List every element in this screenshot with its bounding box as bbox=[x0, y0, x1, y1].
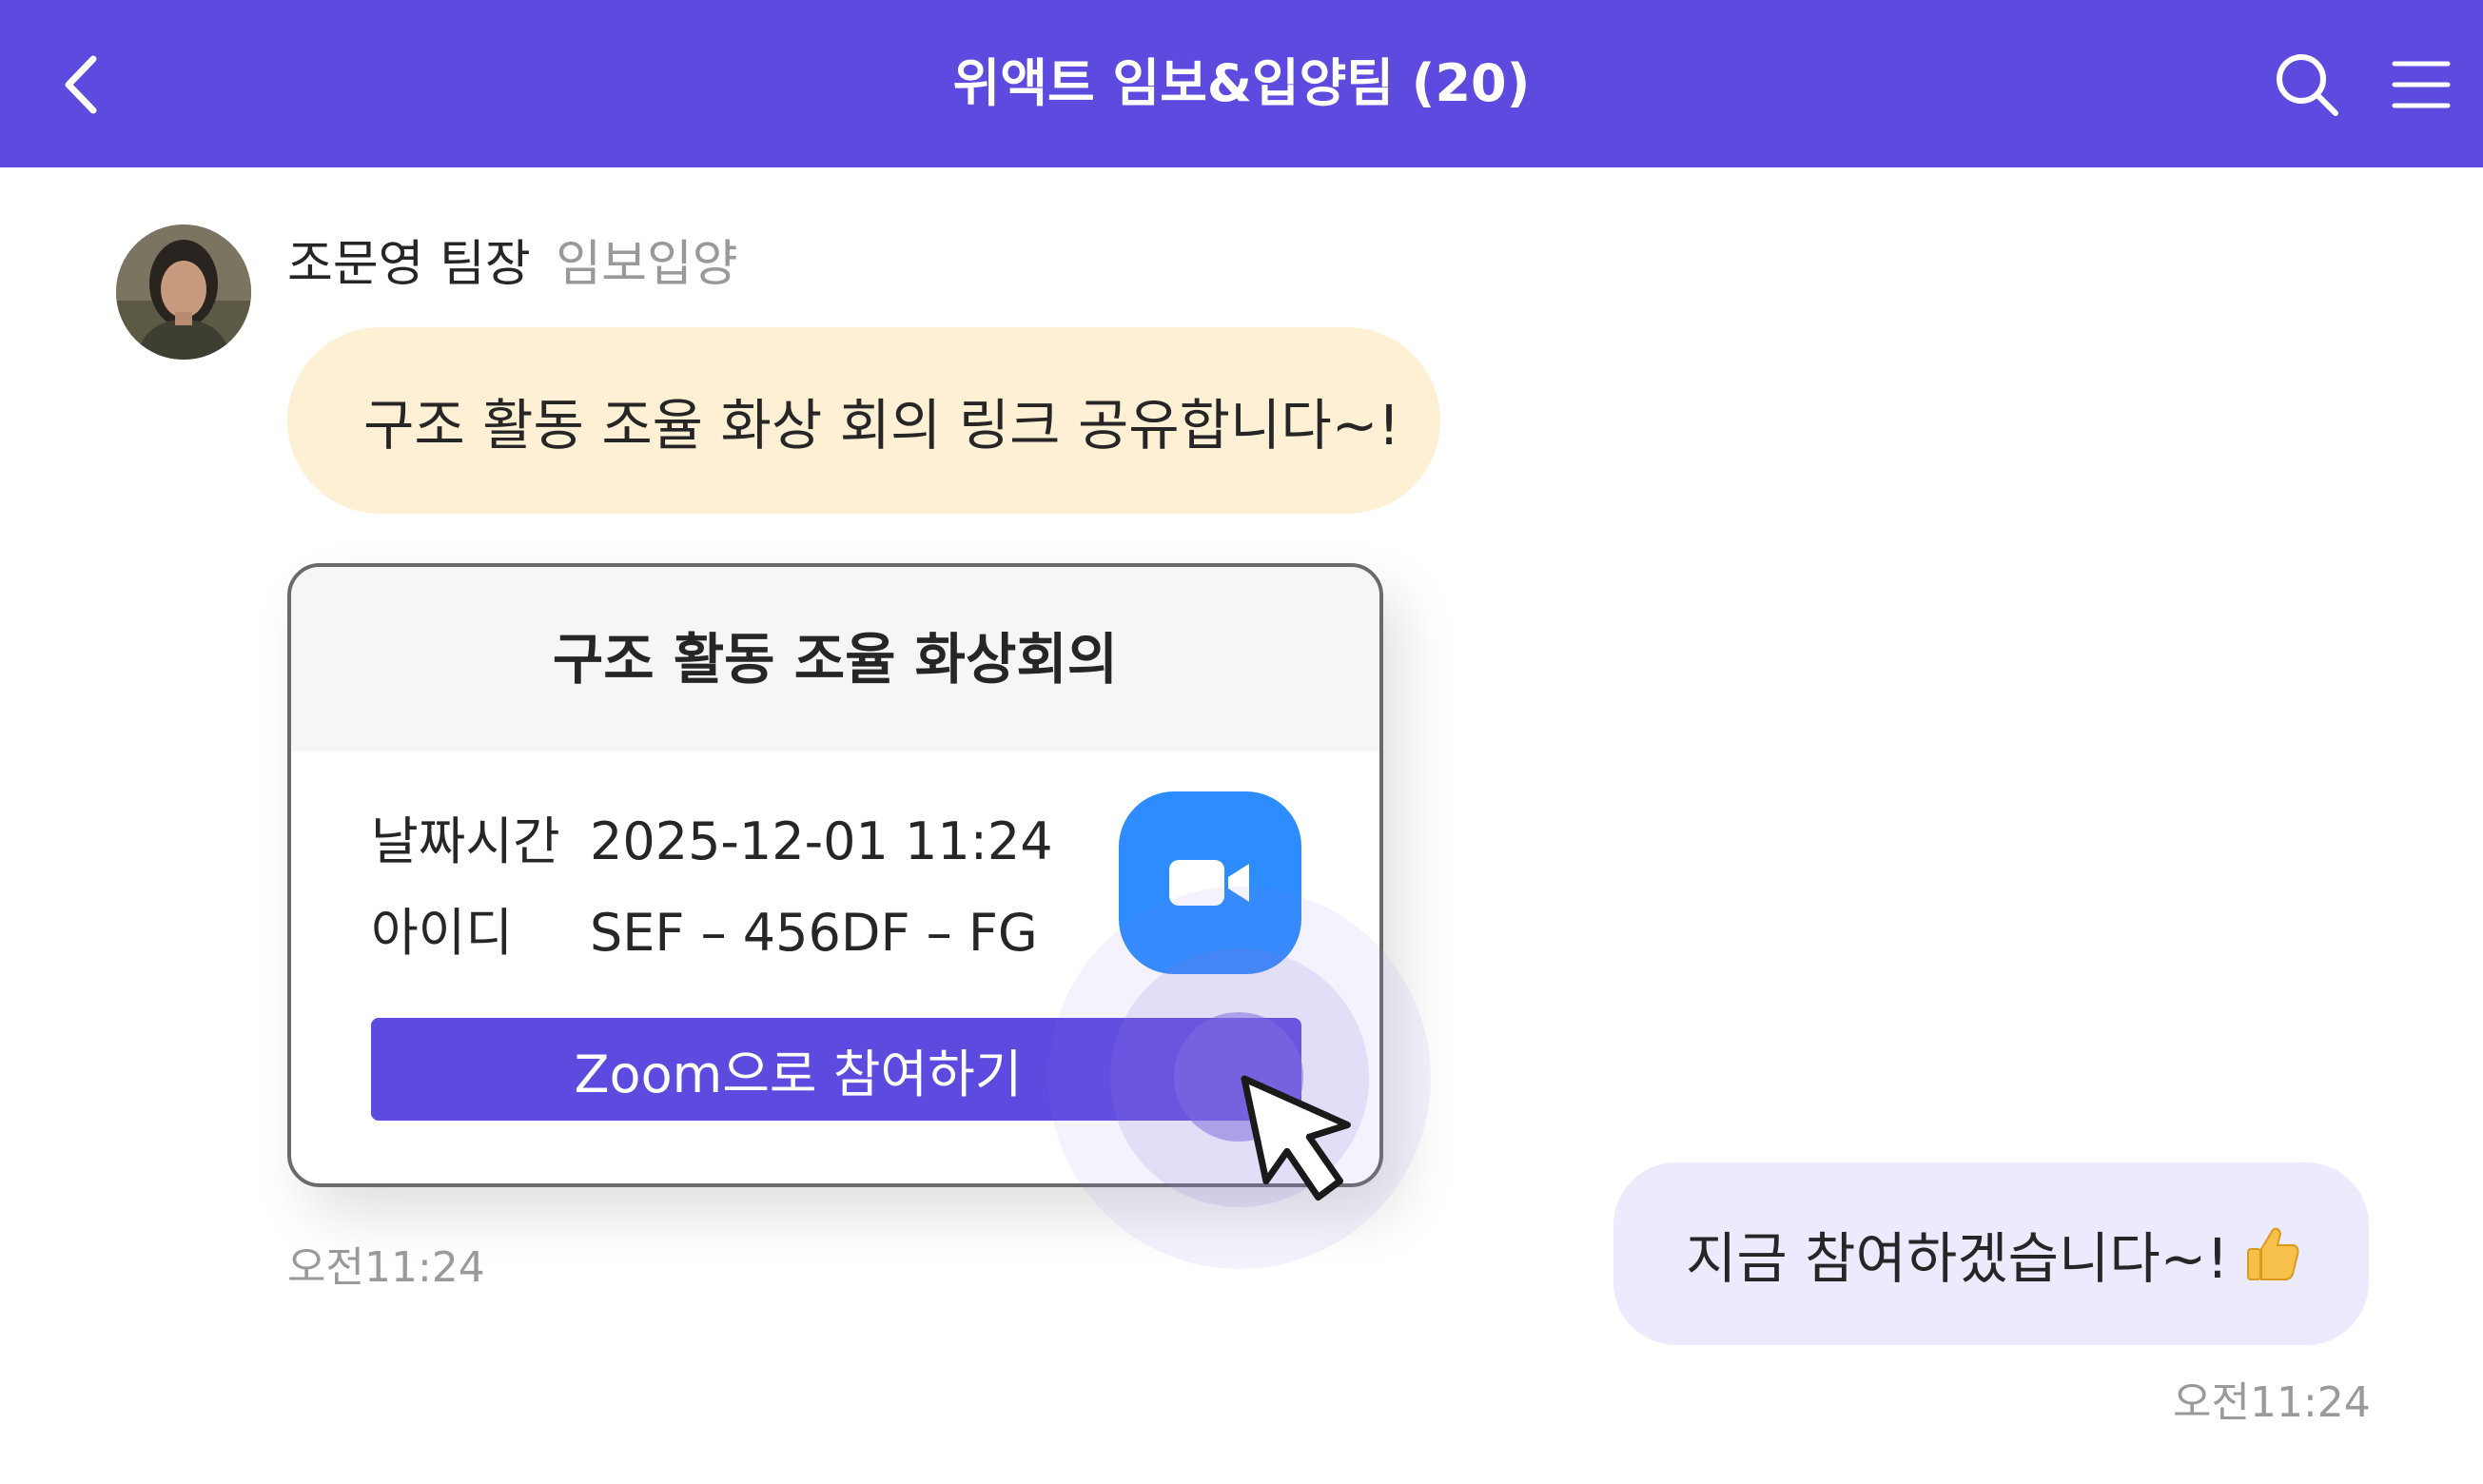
search-icon bbox=[2277, 54, 2338, 116]
outgoing-message-text: 지금 참여하겠습니다~! bbox=[1686, 1226, 2229, 1291]
sender-team: 임보입양 bbox=[556, 236, 738, 293]
hamburger-menu-icon bbox=[2392, 61, 2451, 108]
chat-room-title: 위액트 임보&입양팀 (20) bbox=[952, 53, 1531, 113]
chat-header: 위액트 임보&입양팀 (20) bbox=[0, 0, 2483, 167]
meeting-card-title: 구조 활동 조율 화상회의 bbox=[552, 627, 1119, 692]
sender-name: 조문영 팀장 bbox=[287, 236, 531, 293]
meeting-card: 구조 활동 조율 화상회의 날짜시간 2025-12-01 11:24 아이디 … bbox=[287, 563, 1383, 1187]
avatar[interactable] bbox=[116, 225, 251, 360]
datetime-value: 2025-12-01 11:24 bbox=[590, 811, 1053, 871]
menu-button[interactable] bbox=[2378, 42, 2464, 127]
outgoing-message-bubble[interactable]: 지금 참여하겠습니다~! bbox=[1613, 1162, 2369, 1345]
sender-info: 조문영 팀장 임보입양 bbox=[287, 234, 738, 295]
search-button[interactable] bbox=[2264, 42, 2350, 127]
incoming-message-bubble[interactable]: 구조 활동 조율 화상 회의 링크 공유합니다~! bbox=[287, 327, 1440, 514]
meeting-id-value: SEF – 456DF – FG bbox=[590, 903, 1038, 963]
outgoing-message-time: 오전11:24 bbox=[2173, 1378, 2371, 1427]
incoming-message-time: 오전11:24 bbox=[287, 1243, 485, 1292]
zoom-app-icon bbox=[1119, 791, 1301, 974]
zoom-camera-icon bbox=[1169, 860, 1249, 906]
join-zoom-button[interactable]: Zoom으로 참여하기 bbox=[371, 1018, 1301, 1121]
avatar-photo bbox=[116, 225, 251, 360]
datetime-label: 날짜시간 bbox=[371, 811, 560, 871]
thumbs-up-icon bbox=[2244, 1224, 2303, 1283]
chat-screen: 위액트 임보&입양팀 (20) 조문영 팀장 임보입양 구조 활동 조율 화상 … bbox=[0, 0, 2483, 1484]
incoming-message-text: 구조 활동 조율 화상 회의 링크 공유합니다~! bbox=[363, 393, 1400, 458]
meeting-id-label: 아이디 bbox=[371, 903, 514, 963]
mouse-pointer-icon bbox=[1241, 1075, 1351, 1201]
